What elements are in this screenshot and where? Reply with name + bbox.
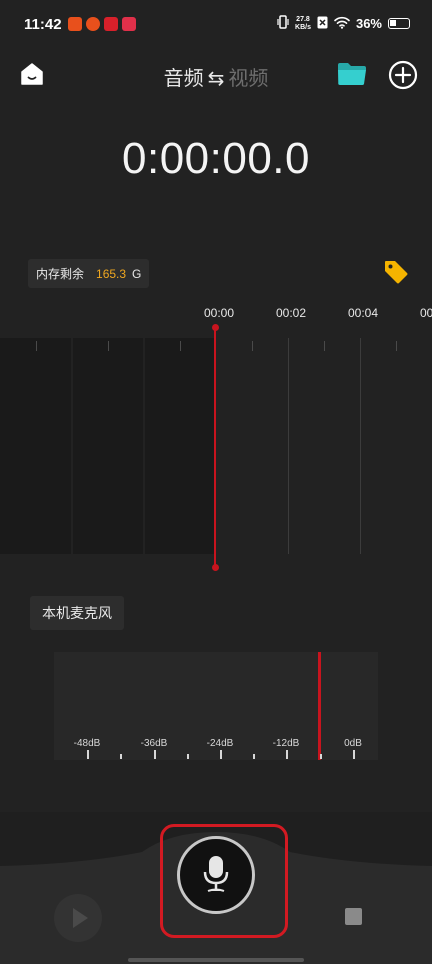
network-speed: 27.8 KB/s — [295, 15, 311, 31]
storage-remaining: 内存剩余 165.3 G — [28, 259, 150, 288]
ruler-tick — [36, 341, 37, 351]
playhead[interactable] — [214, 328, 216, 568]
db-tick-minor — [120, 754, 122, 759]
tab-audio[interactable]: 音频 — [164, 68, 204, 90]
empty-segment — [0, 338, 71, 554]
db-tick-minor — [187, 754, 189, 759]
time-tick-label: 00:02 — [276, 306, 307, 320]
status-time: 11:42 — [24, 16, 62, 33]
waveform-track — [0, 338, 432, 554]
ruler-major-line — [360, 338, 361, 554]
gesture-bar — [128, 958, 304, 962]
battery-icon — [388, 18, 410, 29]
empty-segment — [73, 338, 143, 554]
ruler-tick — [252, 341, 253, 351]
db-scale-label: -24dB — [206, 738, 234, 749]
wifi-icon — [334, 16, 350, 32]
db-tick-major — [154, 750, 156, 759]
stop-button[interactable] — [345, 908, 362, 925]
time-tick-label: 00:0 — [420, 306, 432, 320]
db-tick-minor — [253, 754, 255, 759]
notification-icon — [86, 17, 100, 31]
input-source-button[interactable]: 本机麦克风 — [30, 596, 124, 630]
storage-value: 165.3 — [96, 266, 127, 281]
storage-unit: G — [132, 266, 142, 281]
sim-off-icon — [317, 16, 328, 32]
waveform-timeline[interactable]: 00:00 00:02 00:04 00:0 — [0, 298, 432, 571]
ruler-tick — [108, 341, 109, 351]
status-indicators: 27.8 KB/s 36% — [277, 15, 410, 32]
db-tick-major — [353, 750, 355, 759]
playhead-bottom-dot — [211, 564, 219, 571]
notification-icon — [68, 17, 82, 31]
play-button[interactable] — [54, 894, 102, 942]
vibrate-icon — [277, 15, 289, 32]
db-tick-minor — [320, 754, 322, 759]
folder-icon — [338, 63, 366, 85]
meter-level-indicator — [318, 652, 321, 760]
db-tick-major — [87, 750, 89, 759]
app-header: 音频 ⇆ 视频 — [0, 52, 432, 98]
recording-timer: 0:00:00.0 — [122, 134, 310, 183]
add-circle-icon — [388, 60, 418, 90]
time-tick-label: 00:00 — [204, 306, 235, 320]
db-scale-label: -36dB — [140, 738, 168, 749]
db-scale-label: -12dB — [272, 738, 300, 749]
db-tick-major — [220, 750, 222, 759]
ruler-tick — [180, 341, 181, 351]
add-button[interactable] — [388, 60, 418, 90]
battery-level: 36% — [355, 16, 382, 31]
db-tick-major — [286, 750, 288, 759]
notification-icon — [122, 17, 136, 31]
storage-label: 内存剩余 — [36, 267, 85, 281]
db-scale-label: -48dB — [73, 738, 101, 749]
db-scale-label: 0dB — [344, 738, 362, 749]
status-bar: 11:42 27.8 KB/s 36% — [0, 0, 432, 52]
notification-icon — [104, 17, 118, 31]
tab-video[interactable]: 视频 — [228, 68, 268, 90]
time-tick-label: 00:04 — [348, 306, 379, 320]
swap-icon[interactable]: ⇆ — [208, 68, 225, 90]
ruler-major-line — [288, 338, 289, 554]
empty-segment — [145, 338, 214, 554]
highlight-frame — [160, 824, 288, 938]
tag-button[interactable] — [382, 258, 410, 286]
folder-button[interactable] — [336, 60, 368, 88]
ruler-tick — [396, 341, 397, 351]
play-icon — [73, 908, 88, 928]
level-meter: -48dB -36dB -24dB -12dB 0dB — [54, 652, 378, 760]
tag-icon — [385, 261, 408, 284]
ruler-tick — [324, 341, 325, 351]
